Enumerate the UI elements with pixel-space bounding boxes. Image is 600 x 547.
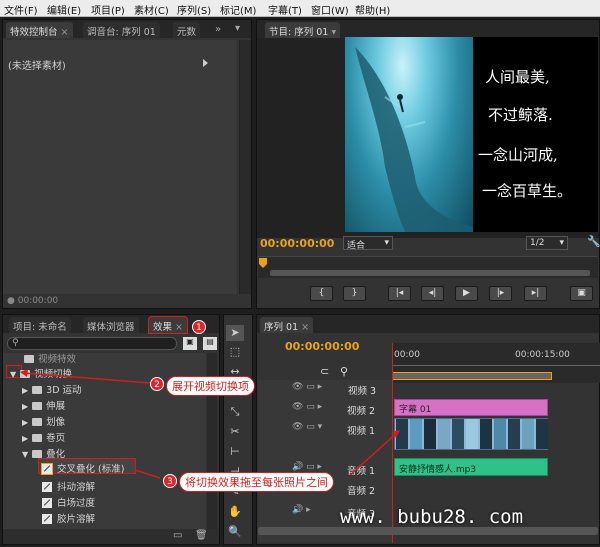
step-2-callout: 展开视频切换项: [166, 376, 255, 396]
step-3-badge: 3: [163, 474, 177, 488]
watermark: www. bubu28. com: [340, 506, 524, 528]
step-2-badge: 2: [150, 377, 164, 391]
step-1-badge: 1: [192, 320, 206, 334]
step-3-callout: 将切换效果拖至每张照片之间: [179, 472, 334, 492]
annotation-arrows: [20, 369, 400, 479]
